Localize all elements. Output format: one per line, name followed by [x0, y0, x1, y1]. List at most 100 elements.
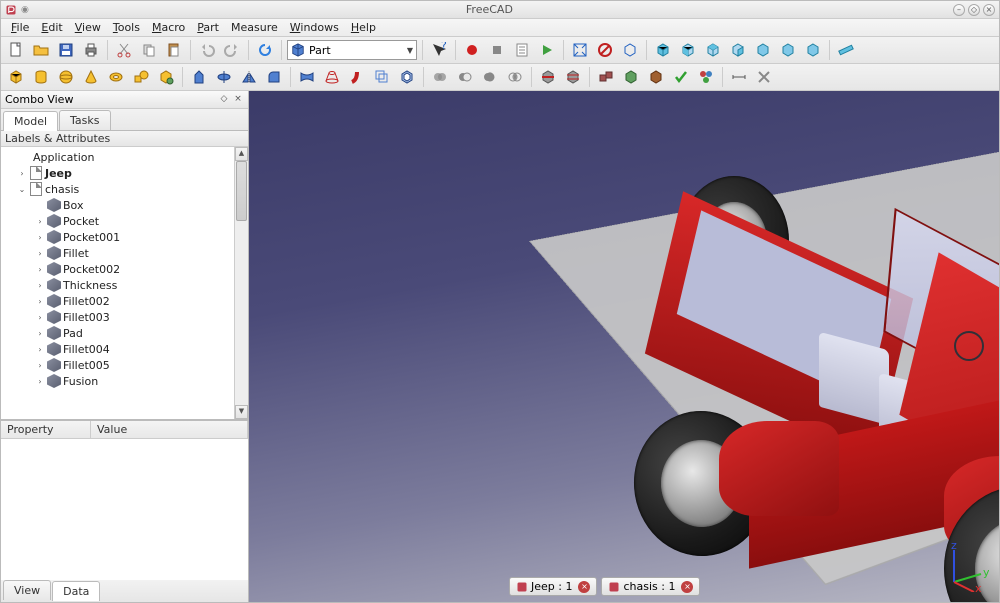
expand-icon[interactable]: › — [35, 377, 45, 386]
fit-all-button[interactable] — [569, 39, 591, 61]
expand-icon[interactable]: › — [35, 233, 45, 242]
view-rear-button[interactable] — [752, 39, 774, 61]
panel-float-button[interactable]: ◇ — [218, 94, 230, 106]
cut-boolean-button[interactable] — [454, 66, 476, 88]
menu-file[interactable]: File — [5, 20, 35, 35]
tree-scrollbar[interactable]: ▲ ▼ — [234, 147, 248, 419]
part-builder-button[interactable] — [155, 66, 177, 88]
maximize-button[interactable]: ◇ — [968, 4, 980, 16]
tree-node-thickness[interactable]: ›Thickness — [1, 277, 234, 293]
cross-sections-button[interactable] — [562, 66, 584, 88]
revolve-button[interactable] — [213, 66, 235, 88]
tab-tasks[interactable]: Tasks — [59, 110, 110, 130]
export-button[interactable] — [645, 66, 667, 88]
property-body[interactable] — [1, 439, 248, 580]
expand-icon[interactable]: › — [35, 217, 45, 226]
window-menu-icon[interactable]: ◉ — [21, 5, 29, 15]
expand-icon[interactable]: › — [35, 297, 45, 306]
tree-node-application[interactable]: Application — [1, 149, 234, 165]
intersect-button[interactable] — [504, 66, 526, 88]
menu-tools[interactable]: Tools — [107, 20, 146, 35]
view-right-button[interactable] — [727, 39, 749, 61]
draw-style-button[interactable] — [594, 39, 616, 61]
measure-button[interactable] — [835, 39, 857, 61]
tree-node-fusion[interactable]: ›Fusion — [1, 373, 234, 389]
tree-node-jeep[interactable]: ›Jeep — [1, 165, 234, 181]
close-icon[interactable]: × — [578, 581, 590, 593]
tab-view[interactable]: View — [3, 580, 51, 600]
print-button[interactable] — [80, 39, 102, 61]
whatsthis-button[interactable]: ? — [428, 39, 450, 61]
tree-node-fillet[interactable]: ›Fillet — [1, 245, 234, 261]
ruled-surface-button[interactable] — [296, 66, 318, 88]
tree-node-pocket002[interactable]: ›Pocket002 — [1, 261, 234, 277]
copy-button[interactable] — [138, 39, 160, 61]
tree-node-fillet002[interactable]: ›Fillet002 — [1, 293, 234, 309]
part-box-button[interactable] — [5, 66, 27, 88]
tree-node-pocket[interactable]: ›Pocket — [1, 213, 234, 229]
tree-node-fillet003[interactable]: ›Fillet003 — [1, 309, 234, 325]
part-cylinder-button[interactable] — [30, 66, 52, 88]
boolean-button[interactable] — [429, 66, 451, 88]
3d-viewport[interactable]: y z x Jeep : 1 × chasis : 1 × — [249, 91, 999, 602]
new-doc-button[interactable] — [5, 39, 27, 61]
panel-close-button[interactable]: × — [232, 94, 244, 106]
scroll-up-icon[interactable]: ▲ — [235, 147, 248, 161]
compound-button[interactable] — [595, 66, 617, 88]
tree-node-box[interactable]: Box — [1, 197, 234, 213]
tree-node-pocket001[interactable]: ›Pocket001 — [1, 229, 234, 245]
expand-icon[interactable]: › — [35, 265, 45, 274]
view-bottom-button[interactable] — [777, 39, 799, 61]
expand-icon[interactable]: › — [35, 345, 45, 354]
tree-node-pad[interactable]: ›Pad — [1, 325, 234, 341]
menu-help[interactable]: Help — [345, 20, 382, 35]
doc-tab-jeep[interactable]: Jeep : 1 × — [509, 577, 597, 596]
close-button[interactable]: × — [983, 4, 995, 16]
section-button[interactable] — [537, 66, 559, 88]
open-button[interactable] — [30, 39, 52, 61]
expand-icon[interactable]: › — [35, 361, 45, 370]
offset-button[interactable] — [371, 66, 393, 88]
macro-list-button[interactable] — [511, 39, 533, 61]
menu-part[interactable]: Part — [191, 20, 225, 35]
view-top-button[interactable] — [702, 39, 724, 61]
macro-play-button[interactable] — [536, 39, 558, 61]
expand-icon[interactable]: › — [35, 313, 45, 322]
part-primitives-button[interactable] — [130, 66, 152, 88]
part-cone-button[interactable] — [80, 66, 102, 88]
menu-macro[interactable]: Macro — [146, 20, 191, 35]
view-iso-button[interactable] — [652, 39, 674, 61]
save-button[interactable] — [55, 39, 77, 61]
expand-icon[interactable]: › — [17, 169, 27, 178]
menu-view[interactable]: View — [69, 20, 107, 35]
redo-button[interactable] — [221, 39, 243, 61]
sweep-button[interactable] — [346, 66, 368, 88]
measure-linear-button[interactable] — [728, 66, 750, 88]
bounding-box-button[interactable] — [619, 39, 641, 61]
view-front-button[interactable] — [677, 39, 699, 61]
tree-node-chasis[interactable]: ⌄chasis — [1, 181, 234, 197]
workbench-selector[interactable]: Part ▼ — [287, 40, 417, 60]
union-button[interactable] — [479, 66, 501, 88]
expand-icon[interactable]: › — [35, 249, 45, 258]
model-tree[interactable]: Application›Jeep⌄chasisBox›Pocket›Pocket… — [1, 147, 234, 419]
tab-model[interactable]: Model — [3, 111, 58, 131]
clear-measure-button[interactable] — [753, 66, 775, 88]
scroll-thumb[interactable] — [236, 161, 247, 221]
import-button[interactable] — [620, 66, 642, 88]
menu-windows[interactable]: Windows — [284, 20, 345, 35]
paste-button[interactable] — [163, 39, 185, 61]
thickness-button[interactable] — [396, 66, 418, 88]
macro-record-button[interactable] — [461, 39, 483, 61]
expand-icon[interactable]: ⌄ — [17, 185, 27, 194]
expand-icon[interactable]: › — [35, 329, 45, 338]
refresh-button[interactable] — [254, 39, 276, 61]
scroll-down-icon[interactable]: ▼ — [235, 405, 248, 419]
extrude-button[interactable] — [188, 66, 210, 88]
close-icon[interactable]: × — [681, 581, 693, 593]
tab-data[interactable]: Data — [52, 581, 100, 601]
fillet-button[interactable] — [263, 66, 285, 88]
minimize-button[interactable]: – — [953, 4, 965, 16]
part-torus-button[interactable] — [105, 66, 127, 88]
view-left-button[interactable] — [802, 39, 824, 61]
